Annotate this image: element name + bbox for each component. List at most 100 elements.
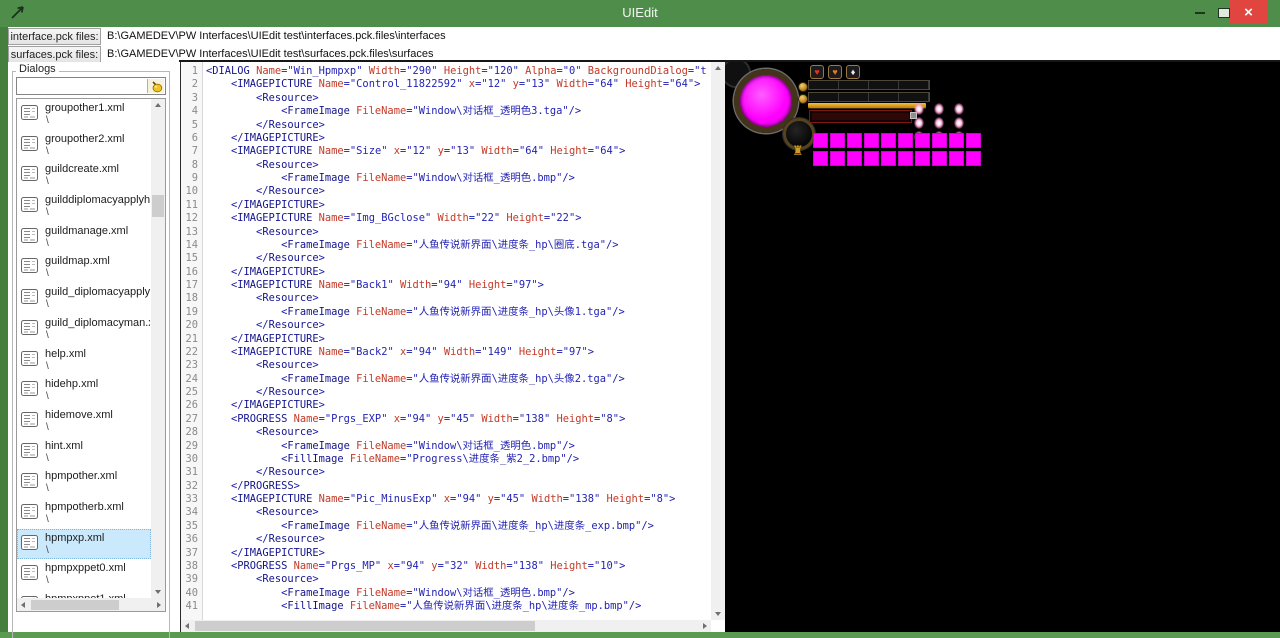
- quickslot[interactable]: [830, 151, 845, 166]
- code-line[interactable]: 35 <FrameImage FileName="人鱼传说新界面\进度条_hp\…: [181, 520, 711, 533]
- quickslot[interactable]: [966, 133, 981, 148]
- title-bar[interactable]: UIEdit ×: [0, 0, 1280, 27]
- list-item[interactable]: guild_diplomacyapply.xml\: [17, 283, 151, 314]
- list-item[interactable]: help.xml\: [17, 345, 151, 376]
- list-item[interactable]: guilddiplomacyapplyhelp.xml\: [17, 191, 151, 222]
- list-item[interactable]: hidemove.xml\: [17, 406, 151, 437]
- code-line[interactable]: 26 </IMAGEPICTURE>: [181, 399, 711, 412]
- code-line[interactable]: 1<DIALOG Name="Win_Hpmpxp" Width="290" H…: [181, 65, 711, 78]
- list-item[interactable]: hint.xml\: [17, 437, 151, 468]
- code-line[interactable]: 15 </Resource>: [181, 252, 711, 265]
- scroll-down-icon[interactable]: [711, 608, 725, 620]
- xml-code-editor[interactable]: 1<DIALOG Name="Win_Hpmpxp" Width="290" H…: [180, 62, 725, 632]
- code-line[interactable]: 17 <IMAGEPICTURE Name="Back1" Width="94"…: [181, 279, 711, 292]
- list-item[interactable]: guildmap.xml\: [17, 252, 151, 283]
- list-item[interactable]: hpmpotherb.xml\: [17, 498, 151, 529]
- list-item[interactable]: hpmpxppet0.xml\: [17, 559, 151, 590]
- quickslot[interactable]: [966, 151, 981, 166]
- code-line[interactable]: 33 <IMAGEPICTURE Name="Pic_MinusExp" x="…: [181, 493, 711, 506]
- code-line[interactable]: 40 <FrameImage FileName="Window\对话框_透明色.…: [181, 587, 711, 600]
- code-area[interactable]: 1<DIALOG Name="Win_Hpmpxp" Width="290" H…: [181, 65, 711, 617]
- code-line[interactable]: 13 <Resource>: [181, 226, 711, 239]
- list-vscroll-thumb[interactable]: [152, 195, 164, 217]
- quickslot[interactable]: [864, 133, 879, 148]
- scroll-right-icon[interactable]: [699, 620, 711, 632]
- code-line[interactable]: 7 <IMAGEPICTURE Name="Size" x="12" y="13…: [181, 145, 711, 158]
- code-line[interactable]: 6 </IMAGEPICTURE>: [181, 132, 711, 145]
- code-line[interactable]: 8 <Resource>: [181, 159, 711, 172]
- list-vertical-scrollbar[interactable]: [151, 99, 165, 598]
- list-item[interactable]: guildmanage.xml\: [17, 222, 151, 253]
- interface-pck-button[interactable]: interface.pck files:: [8, 28, 101, 45]
- scroll-left-icon[interactable]: [181, 620, 193, 632]
- list-hscroll-thumb[interactable]: [31, 600, 119, 610]
- code-line[interactable]: 34 <Resource>: [181, 506, 711, 519]
- quickslot[interactable]: [949, 133, 964, 148]
- code-line[interactable]: 24 <FrameImage FileName="人鱼传说新界面\进度条_hp\…: [181, 373, 711, 386]
- minimize-button[interactable]: [1188, 2, 1212, 23]
- ui-preview-canvas[interactable]: ♥♥♦ ♜: [725, 62, 1280, 632]
- search-lamp-button[interactable]: [147, 79, 164, 93]
- scroll-left-icon[interactable]: [17, 598, 29, 611]
- code-line[interactable]: 22 <IMAGEPICTURE Name="Back2" x="94" Wid…: [181, 346, 711, 359]
- code-line[interactable]: 36 </Resource>: [181, 533, 711, 546]
- code-line[interactable]: 30 <FillImage FileName="Progress\进度条_紫2_…: [181, 453, 711, 466]
- code-line[interactable]: 38 <PROGRESS Name="Prgs_MP" x="94" y="32…: [181, 560, 711, 573]
- quickslot[interactable]: [813, 133, 828, 148]
- code-line[interactable]: 27 <PROGRESS Name="Prgs_EXP" x="94" y="4…: [181, 413, 711, 426]
- list-item[interactable]: guild_diplomacyman.xml\: [17, 314, 151, 345]
- scroll-right-icon[interactable]: [153, 598, 165, 611]
- list-item[interactable]: hpmpother.xml\: [17, 467, 151, 498]
- list-item[interactable]: groupother1.xml\: [17, 99, 151, 130]
- code-line[interactable]: 12 <IMAGEPICTURE Name="Img_BGclose" Widt…: [181, 212, 711, 225]
- surfaces-pck-button[interactable]: surfaces.pck files:: [8, 46, 101, 63]
- list-item[interactable]: groupother2.xml\: [17, 130, 151, 161]
- quickslot[interactable]: [949, 151, 964, 166]
- code-line[interactable]: 31 </Resource>: [181, 466, 711, 479]
- code-line[interactable]: 3 <Resource>: [181, 92, 711, 105]
- code-line[interactable]: 5 </Resource>: [181, 119, 711, 132]
- editor-vertical-scrollbar[interactable]: [711, 62, 725, 620]
- code-line[interactable]: 20 </Resource>: [181, 319, 711, 332]
- code-line[interactable]: 18 <Resource>: [181, 292, 711, 305]
- code-line[interactable]: 21 </IMAGEPICTURE>: [181, 333, 711, 346]
- code-line[interactable]: 23 <Resource>: [181, 359, 711, 372]
- quickslot[interactable]: [915, 133, 930, 148]
- quickslot[interactable]: [915, 151, 930, 166]
- scroll-up-icon[interactable]: [151, 99, 165, 111]
- code-line[interactable]: 4 <FrameImage FileName="Window\对话框_透明色3.…: [181, 105, 711, 118]
- list-horizontal-scrollbar[interactable]: [17, 598, 165, 611]
- search-input[interactable]: [18, 79, 152, 93]
- code-line[interactable]: 25 </Resource>: [181, 386, 711, 399]
- quickslot[interactable]: [847, 133, 862, 148]
- quickslot[interactable]: [898, 151, 913, 166]
- quickslot[interactable]: [830, 133, 845, 148]
- code-line[interactable]: 39 <Resource>: [181, 573, 711, 586]
- list-item[interactable]: hidehp.xml\: [17, 375, 151, 406]
- quickslot[interactable]: [881, 133, 896, 148]
- code-line[interactable]: 10 </Resource>: [181, 185, 711, 198]
- code-line[interactable]: 32 </PROGRESS>: [181, 480, 711, 493]
- list-item[interactable]: guildcreate.xml\: [17, 160, 151, 191]
- close-button[interactable]: ×: [1230, 0, 1267, 24]
- code-line[interactable]: 9 <FrameImage FileName="Window\对话框_透明色.b…: [181, 172, 711, 185]
- editor-hscroll-thumb[interactable]: [195, 621, 535, 631]
- code-line[interactable]: 14 <FrameImage FileName="人鱼传说新界面\进度条_hp\…: [181, 239, 711, 252]
- code-line[interactable]: 2 <IMAGEPICTURE Name="Control_11822592" …: [181, 78, 711, 91]
- code-line[interactable]: 11 </IMAGEPICTURE>: [181, 199, 711, 212]
- quickslot[interactable]: [847, 151, 862, 166]
- quickslot[interactable]: [932, 133, 947, 148]
- code-line[interactable]: 28 <Resource>: [181, 426, 711, 439]
- code-line[interactable]: 19 <FrameImage FileName="人鱼传说新界面\进度条_hp\…: [181, 306, 711, 319]
- quickslot[interactable]: [881, 151, 896, 166]
- scroll-up-icon[interactable]: [711, 62, 725, 74]
- code-line[interactable]: 29 <FrameImage FileName="Window\对话框_透明色.…: [181, 440, 711, 453]
- scroll-down-icon[interactable]: [151, 586, 165, 598]
- code-line[interactable]: 16 </IMAGEPICTURE>: [181, 266, 711, 279]
- list-item[interactable]: hpmpxppet1.xml\: [17, 590, 151, 598]
- quickslot[interactable]: [932, 151, 947, 166]
- quickslot[interactable]: [813, 151, 828, 166]
- quickslot[interactable]: [898, 133, 913, 148]
- code-line[interactable]: 37 </IMAGEPICTURE>: [181, 547, 711, 560]
- list-item[interactable]: hpmpxp.xml\: [17, 529, 151, 560]
